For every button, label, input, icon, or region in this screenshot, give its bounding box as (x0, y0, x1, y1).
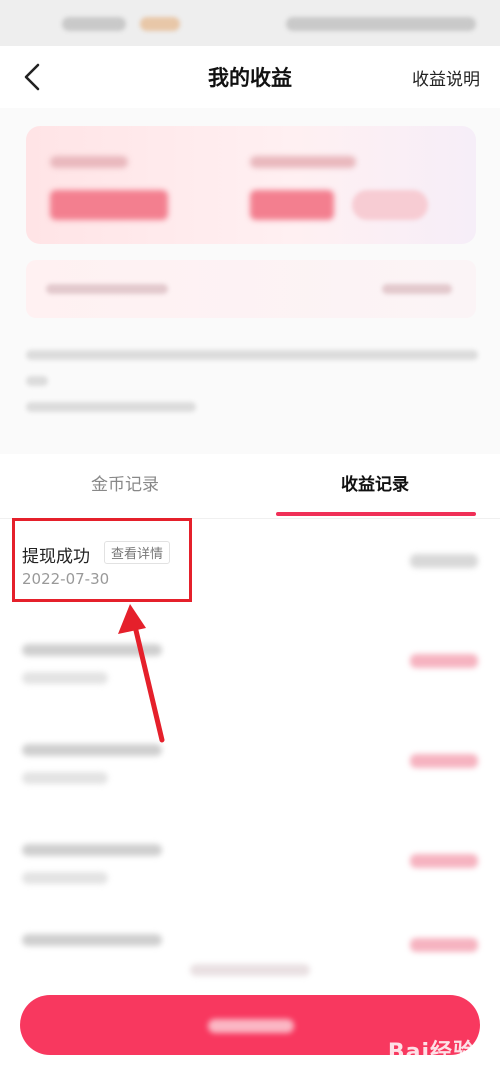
record-amount-blur (410, 938, 478, 952)
record-amount-blur (410, 854, 478, 868)
record-row-blur[interactable] (0, 720, 500, 820)
cash-balance-value-blur (250, 190, 334, 220)
cash-balance-label-blur (250, 156, 356, 168)
record-row-blur[interactable] (0, 620, 500, 720)
footer-hint-blur (190, 964, 310, 976)
record-date-blur (22, 672, 108, 684)
record-tabs: 金币记录 收益记录 (0, 454, 500, 519)
record-title-blur (22, 844, 162, 856)
record-amount-blur (410, 754, 478, 768)
tab-coin-records[interactable]: 金币记录 (0, 454, 250, 518)
record-date-blur (22, 772, 108, 784)
annotation-arrow-icon (118, 604, 165, 743)
status-right-blur (286, 17, 476, 31)
record-date-blur (22, 872, 108, 884)
note-line-3-blur (26, 402, 196, 412)
status-icons-blur (140, 17, 180, 31)
status-bar (0, 0, 500, 46)
record-row-blur[interactable] (0, 920, 500, 970)
button-label-blur (208, 1019, 294, 1033)
setting-row-blur[interactable] (26, 260, 476, 318)
tab-income-records[interactable]: 收益记录 (250, 454, 500, 518)
income-explanation-link[interactable]: 收益说明 (412, 65, 480, 90)
earnings-card (26, 126, 476, 244)
note-line-1-blur (26, 350, 478, 360)
annotation-highlight-box (12, 518, 192, 602)
withdraw-pill-blur[interactable] (352, 190, 428, 220)
baidu-watermark: Bai经验 (387, 1040, 476, 1065)
record-title-blur (22, 934, 162, 946)
setting-label-blur (46, 284, 168, 294)
note-line-2-blur (26, 376, 48, 386)
earnings-summary (0, 108, 500, 454)
top-bar: 我的收益 收益说明 (0, 46, 500, 108)
record-amount-blur (410, 654, 478, 668)
coin-balance-value-blur (50, 190, 168, 220)
record-row-blur[interactable] (0, 820, 500, 920)
coin-balance-label-blur (50, 156, 128, 168)
setting-value-blur (382, 284, 452, 294)
active-tab-indicator (276, 512, 476, 516)
record-amount-blur (410, 554, 478, 568)
status-carrier-blur (62, 17, 126, 31)
